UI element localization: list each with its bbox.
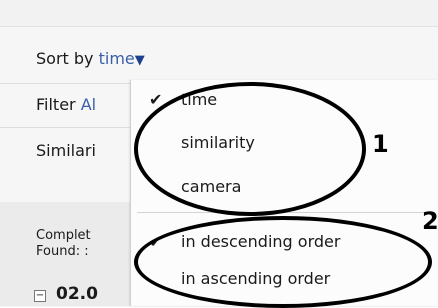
filter-label: Filter [36, 95, 76, 114]
group-date[interactable]: 02.0 [56, 284, 98, 304]
collapse-icon[interactable]: − [34, 290, 46, 302]
similarity-row: Similari [36, 141, 96, 160]
found-count: Found: : [36, 244, 89, 259]
filter-link[interactable]: Al [81, 95, 96, 114]
sort-by-label: Sort by [36, 49, 94, 68]
similarity-label: Similari [36, 141, 96, 160]
sort-by-dropdown[interactable]: time [99, 49, 135, 68]
sort-by-row: Sort by time▼ [36, 49, 145, 68]
callout-number-2: 2 [422, 207, 438, 235]
top-bar [0, 0, 438, 26]
annotation-ellipse-1 [134, 82, 366, 216]
annotation-ellipse-2 [134, 216, 432, 308]
filter-row: Filter Al [36, 95, 96, 114]
dropdown-arrow-icon[interactable]: ▼ [135, 53, 145, 68]
callout-number-1: 1 [372, 130, 389, 158]
search-status: Complet [36, 228, 91, 243]
